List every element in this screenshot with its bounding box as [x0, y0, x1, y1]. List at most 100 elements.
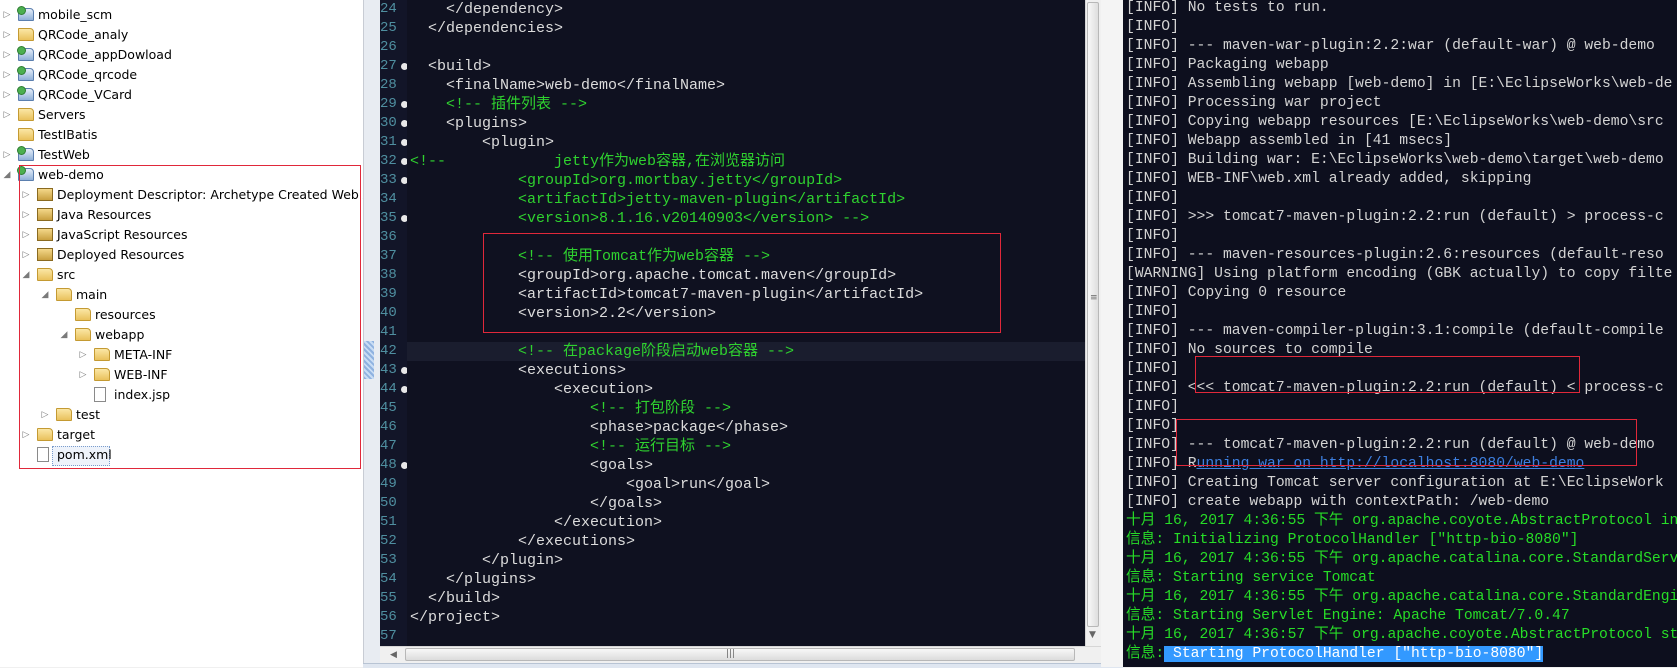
expanded-arrow-icon[interactable]: ◢ — [2, 165, 12, 185]
console-line: [INFO] Webapp assembled in [41 msecs] — [1126, 132, 1452, 151]
collapsed-arrow-icon[interactable]: ▷ — [78, 365, 88, 385]
console-line-text: [INFO] — [1126, 19, 1179, 35]
code-line[interactable]: <execution> — [410, 380, 653, 399]
collapsed-arrow-icon[interactable]: ▷ — [78, 345, 88, 365]
code-line[interactable]: </goals> — [410, 494, 662, 513]
code-line[interactable]: <executions> — [410, 361, 626, 380]
code-line[interactable]: <goals> — [410, 456, 653, 475]
code-line[interactable]: <!-- 运行目标 --> — [410, 437, 731, 456]
tree-item[interactable]: pom.xml — [0, 445, 363, 465]
tree-item[interactable]: ▷ mobile_scm — [0, 5, 363, 25]
console-line: [INFO] — [1126, 227, 1179, 246]
collapsed-arrow-icon[interactable]: ▷ — [2, 5, 12, 25]
code-line[interactable]: </plugins> — [410, 570, 536, 589]
tree-item[interactable]: ◢ web-demo — [0, 165, 363, 185]
code-line[interactable]: </project> — [410, 608, 500, 627]
folder-icon — [18, 108, 34, 121]
tree-item[interactable]: TestIBatis — [0, 125, 363, 145]
code-line[interactable]: <version>8.1.16.v20140903</version> --> — [410, 209, 869, 228]
code-line[interactable]: </execution> — [410, 513, 662, 532]
code-line[interactable]: <phase>package</phase> — [410, 418, 788, 437]
console-output[interactable]: [INFO] No tests to run. [INFO] [INFO] --- … — [1123, 0, 1677, 667]
tree-item[interactable]: resources — [0, 305, 363, 325]
collapsed-arrow-icon[interactable]: ▷ — [2, 145, 12, 165]
code-line[interactable]: <artifactId>tomcat7-maven-plugin</artifa… — [410, 285, 923, 304]
editor-horizontal-scroll-thumb[interactable]: ||| — [405, 648, 1075, 661]
code-line[interactable]: <!-- 打包阶段 --> — [410, 399, 731, 418]
code-line[interactable]: </dependencies> — [410, 19, 563, 38]
editor-vertical-scroll-thumb[interactable]: ≡ — [1087, 2, 1099, 627]
console-selected-text[interactable]: Starting ProtocolHandler ["http-bio-8080… — [1164, 646, 1544, 662]
scroll-left-arrow-icon[interactable]: ◀ — [390, 650, 397, 660]
code-line[interactable]: <version>2.2</version> — [410, 304, 716, 323]
tree-item-label: target — [57, 427, 96, 442]
tree-item[interactable]: ▷ WEB-INF — [0, 365, 363, 385]
console-line-text: 十月 16, 2017 4:36:55 下午 org.apache.catali… — [1126, 589, 1677, 605]
collapsed-arrow-icon[interactable]: ▷ — [2, 65, 12, 85]
code-line[interactable]: <groupId>org.apache.tomcat.maven</groupI… — [410, 266, 896, 285]
tree-item[interactable]: ◢ webapp — [0, 325, 363, 345]
expanded-arrow-icon[interactable]: ◢ — [59, 325, 69, 345]
code-line[interactable]: </plugin> — [410, 551, 563, 570]
console-line-text: [INFO] Processing war project — [1126, 95, 1382, 111]
collapsed-arrow-icon[interactable]: ▷ — [21, 205, 31, 225]
code-line[interactable]: </build> — [410, 589, 500, 608]
tree-item[interactable]: ◢ main — [0, 285, 363, 305]
tree-item[interactable]: ▷ JavaScript Resources — [0, 225, 363, 245]
tree-item[interactable]: ▷ META-INF — [0, 345, 363, 365]
scroll-down-arrow-icon[interactable]: ▼ — [1089, 630, 1096, 640]
tree-item[interactable]: ▷ Deployment Descriptor: Archetype Create… — [0, 185, 363, 205]
collapsed-arrow-icon[interactable]: ▷ — [2, 85, 12, 105]
tree-item[interactable]: ◢ src — [0, 265, 363, 285]
collapsed-arrow-icon[interactable]: ▷ — [21, 245, 31, 265]
code-line[interactable]: <goal>run</goal> — [410, 475, 770, 494]
tree-item[interactable]: ▷ TestWeb — [0, 145, 363, 165]
collapsed-arrow-icon[interactable]: ▷ — [21, 185, 31, 205]
console-line: [INFO] --- maven-resources-plugin:2.6:re… — [1126, 246, 1664, 265]
collapsed-arrow-icon[interactable]: ▷ — [2, 45, 12, 65]
tree-item[interactable]: ▷ Deployed Resources — [0, 245, 363, 265]
console-line: [INFO] <<< tomcat7-maven-plugin:2.2:run … — [1126, 379, 1664, 398]
project-icon — [17, 166, 34, 181]
editor-tab-bar[interactable] — [363, 663, 1123, 668]
code-line[interactable]: <groupId>org.mortbay.jetty</groupId> — [410, 171, 842, 190]
collapsed-arrow-icon[interactable]: ▷ — [21, 225, 31, 245]
tree-item-label: Java Resources — [57, 207, 152, 222]
tree-item[interactable]: ▷ QRCode_analy — [0, 25, 363, 45]
xml-editor[interactable]: </dependency> </dependencies> <build> <f… — [407, 0, 1085, 646]
code-line[interactable]: </dependency> — [410, 0, 563, 19]
collapsed-arrow-icon[interactable]: ▷ — [2, 105, 12, 125]
collapsed-arrow-icon[interactable]: ▷ — [21, 425, 31, 445]
tree-item[interactable]: ▷ QRCode_VCard — [0, 85, 363, 105]
tree-item-label: QRCode_analy — [38, 27, 129, 42]
console-line-text: 信息: Initializing ProtocolHandler ["http-… — [1126, 532, 1579, 548]
code-line[interactable]: <!-- 插件列表 --> — [410, 95, 587, 114]
code-line[interactable]: <!-- 在package阶段启动web容器 --> — [410, 342, 794, 361]
tree-item[interactable]: index.jsp — [0, 385, 363, 405]
console-hyperlink[interactable]: unning war on http://localhost:8080/web-… — [1197, 456, 1585, 472]
code-line[interactable]: </executions> — [410, 532, 635, 551]
collapsed-arrow-icon[interactable]: ▷ — [2, 25, 12, 45]
code-line[interactable]: <plugins> — [410, 114, 527, 133]
tree-item[interactable]: ▷ QRCode_appDowload — [0, 45, 363, 65]
tree-item[interactable]: ▷ Servers — [0, 105, 363, 125]
code-line[interactable]: <artifactId>jetty-maven-plugin</artifact… — [410, 190, 905, 209]
collapsed-arrow-icon[interactable]: ▷ — [40, 405, 50, 425]
expanded-arrow-icon[interactable]: ◢ — [21, 265, 31, 285]
tree-item[interactable]: ▷ test — [0, 405, 363, 425]
console-line: [INFO] Copying webapp resources [E:\Ecli… — [1126, 113, 1664, 132]
tree-item-label: Servers — [38, 107, 86, 122]
project-explorer: ▷ mobile_scm ▷ QRCode_analy ▷ QRCode_appDowlo… — [0, 0, 363, 667]
tree-item[interactable]: ▷ QRCode_qrcode — [0, 65, 363, 85]
expanded-arrow-icon[interactable]: ◢ — [40, 285, 50, 305]
code-line[interactable]: <!-- 使用Tomcat作为web容器 --> — [410, 247, 770, 266]
code-line[interactable]: <build> — [410, 57, 491, 76]
panel-sash[interactable] — [363, 0, 381, 667]
console-line-text: [INFO] No sources to compile — [1126, 342, 1373, 358]
tree-item[interactable]: ▷ Java Resources — [0, 205, 363, 225]
code-line[interactable]: <!-- jetty作为web容器,在浏览器访问 — [410, 152, 785, 171]
code-line[interactable]: <plugin> — [410, 133, 554, 152]
tree-item-label: web-demo — [38, 167, 104, 182]
code-line[interactable]: <finalName>web-demo</finalName> — [410, 76, 725, 95]
tree-item[interactable]: ▷ target — [0, 425, 363, 445]
